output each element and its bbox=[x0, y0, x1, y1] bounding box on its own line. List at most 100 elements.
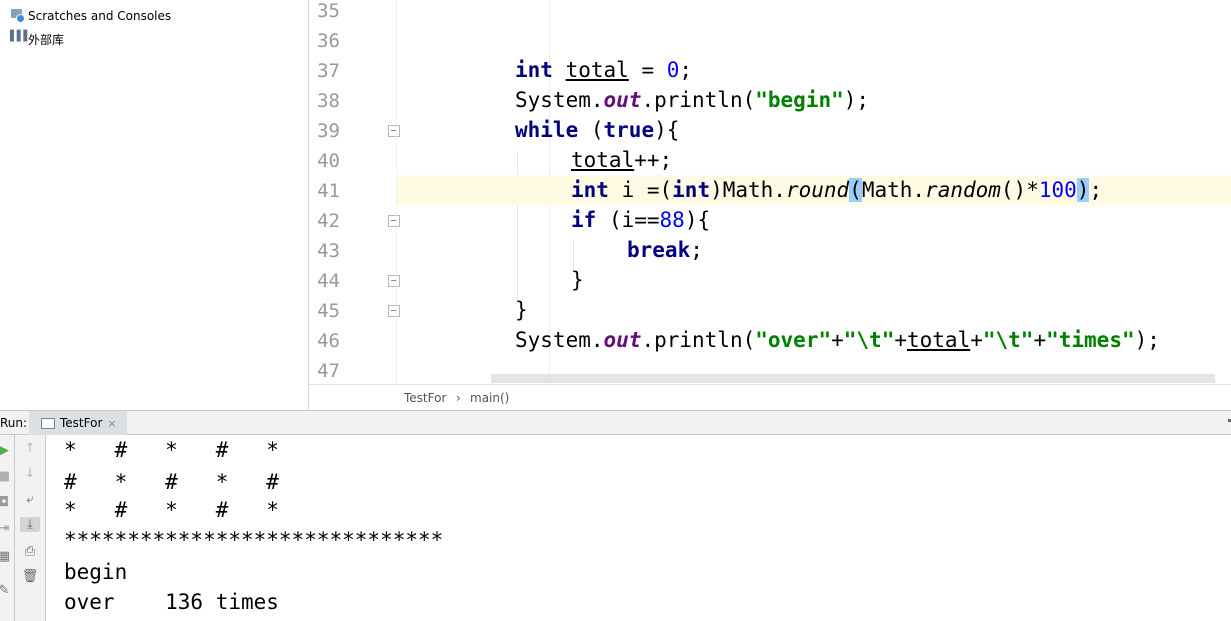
breadcrumb-class[interactable]: TestFor bbox=[404, 391, 446, 405]
login-icon[interactable]: ⇥ bbox=[0, 521, 14, 536]
code-area[interactable]: int total = 0; System.out.println("begin… bbox=[397, 0, 1231, 384]
code-text: System. bbox=[515, 88, 604, 112]
keyword: break bbox=[627, 238, 691, 262]
code-line-40: total++; bbox=[397, 145, 1231, 175]
code-line-37: int total = 0; bbox=[397, 55, 1231, 85]
tree-item-external-libraries[interactable]: ▌▌▌ 外部库 bbox=[10, 29, 64, 49]
line-number: 35 bbox=[317, 0, 340, 22]
line-number: 39 bbox=[317, 120, 340, 142]
console-icon bbox=[41, 417, 55, 429]
code-text: + bbox=[970, 328, 983, 352]
breadcrumb: TestFor › main() bbox=[309, 384, 1231, 411]
pin-icon[interactable]: ✎ bbox=[0, 583, 14, 598]
variable: total bbox=[565, 58, 629, 82]
code-text: Math. bbox=[861, 178, 926, 202]
line-number: 37 bbox=[317, 60, 340, 82]
method-call: random bbox=[925, 178, 1001, 202]
console-line: * # * # * bbox=[64, 498, 279, 522]
keyword: true bbox=[603, 118, 655, 142]
scratches-icon bbox=[10, 8, 26, 24]
console-line: # * # * # bbox=[64, 470, 279, 494]
code-line-46: System.out.println("over"+"\t"+total+"\t… bbox=[397, 325, 1231, 355]
keyword: int bbox=[672, 178, 711, 202]
code-text: ; bbox=[690, 238, 703, 262]
code-text: ++; bbox=[634, 148, 673, 172]
line-number: 40 bbox=[317, 150, 340, 172]
layout-icon[interactable]: ▦ bbox=[0, 549, 14, 564]
project-tool-window: Scratches and Consoles ▌▌▌ 外部库 bbox=[0, 0, 309, 410]
breadcrumb-method[interactable]: main() bbox=[470, 391, 509, 405]
run-label: Run: bbox=[0, 416, 28, 430]
variable: total bbox=[571, 148, 635, 172]
code-text: } bbox=[571, 268, 584, 292]
console-line: ****************************** bbox=[64, 528, 444, 552]
stop-icon[interactable]: ■ bbox=[0, 469, 14, 484]
string-literal: "\t" bbox=[843, 328, 895, 352]
code-line-44: } bbox=[397, 265, 1231, 295]
trash-icon[interactable]: 🗑 bbox=[20, 569, 40, 584]
code-text: ; bbox=[1089, 178, 1103, 202]
run-tool-window-header: Run: TestFor × bbox=[0, 410, 1231, 435]
code-text: = bbox=[628, 58, 667, 82]
code-text: ){ bbox=[684, 208, 711, 232]
console-line: begin bbox=[64, 560, 128, 584]
keyword: int bbox=[515, 58, 553, 82]
code-text: .println( bbox=[641, 88, 756, 112]
console-line: over 136 times bbox=[64, 590, 279, 614]
run-console-output[interactable]: * # * # * # * # * # * # * # * **********… bbox=[46, 435, 1231, 621]
print-icon[interactable]: ⎙ bbox=[20, 544, 40, 559]
string-literal: "over" bbox=[755, 328, 832, 352]
scroll-to-end-icon[interactable]: ⤓ bbox=[20, 517, 40, 532]
code-text: + bbox=[894, 328, 907, 352]
code-text: System. bbox=[515, 328, 604, 352]
close-icon[interactable]: × bbox=[107, 417, 116, 430]
code-text: } bbox=[515, 298, 528, 322]
keyword: if bbox=[571, 208, 597, 232]
code-line-42: if (i==88){ bbox=[397, 205, 1231, 235]
console-line: * # * # * bbox=[64, 438, 279, 462]
code-line-41-current: int i =(int)Math.round(Math.random()*100… bbox=[397, 175, 1231, 205]
string-literal: "begin" bbox=[755, 88, 844, 112]
code-text: ); bbox=[1134, 328, 1160, 352]
code-text: )Math. bbox=[710, 178, 786, 202]
run-tab-label: TestFor bbox=[60, 416, 103, 430]
arrow-down-icon[interactable]: ↓ bbox=[20, 466, 40, 481]
code-text: + bbox=[831, 328, 844, 352]
method-call: round bbox=[785, 178, 850, 202]
line-number-current: 41 bbox=[317, 180, 340, 202]
code-editor[interactable]: 35 36 37 38 39 40 41 42 43 44 45 46 47 i… bbox=[309, 0, 1231, 384]
code-text: ; bbox=[679, 58, 693, 82]
library-icon: ▌▌▌ bbox=[10, 31, 31, 42]
code-text: .println( bbox=[641, 328, 756, 352]
line-number: 43 bbox=[317, 240, 340, 262]
line-number: 47 bbox=[317, 360, 340, 382]
rerun-icon[interactable]: ▶ bbox=[0, 443, 14, 458]
line-number: 44 bbox=[317, 270, 340, 292]
run-tab-testfor[interactable]: TestFor × bbox=[29, 411, 127, 435]
matched-brace: ) bbox=[1076, 178, 1090, 202]
line-number: 45 bbox=[317, 300, 340, 322]
breadcrumb-separator-icon: › bbox=[456, 391, 461, 405]
code-text: ( bbox=[578, 118, 604, 142]
run-console-toolbar: ↑ ↓ ⤶ ⤓ ⎙ 🗑 bbox=[15, 435, 46, 621]
camera-icon[interactable]: ◘ bbox=[0, 495, 14, 510]
horizontal-scrollbar[interactable] bbox=[491, 374, 1215, 383]
line-number: 38 bbox=[317, 90, 340, 112]
tree-item-label: Scratches and Consoles bbox=[28, 9, 172, 23]
code-text: + bbox=[1033, 328, 1047, 352]
number-literal: 0 bbox=[666, 58, 680, 82]
number-literal: 100 bbox=[1038, 178, 1077, 202]
variable: total bbox=[907, 328, 971, 352]
code-text: (i== bbox=[596, 208, 660, 232]
keyword: while bbox=[515, 118, 579, 142]
tree-item-scratches[interactable]: Scratches and Consoles bbox=[10, 6, 171, 26]
matched-brace: ( bbox=[849, 178, 862, 202]
soft-wrap-icon[interactable]: ⤶ bbox=[20, 492, 40, 507]
line-number: 42 bbox=[317, 210, 340, 232]
editor-gutter: 35 36 37 38 39 40 41 42 43 44 45 46 47 bbox=[309, 0, 400, 384]
code-text: ){ bbox=[654, 118, 680, 142]
code-line-39: while (true){ bbox=[397, 115, 1231, 145]
number-literal: 88 bbox=[659, 208, 685, 232]
arrow-up-icon[interactable]: ↑ bbox=[20, 441, 40, 456]
tree-item-label: 外部库 bbox=[28, 32, 65, 47]
